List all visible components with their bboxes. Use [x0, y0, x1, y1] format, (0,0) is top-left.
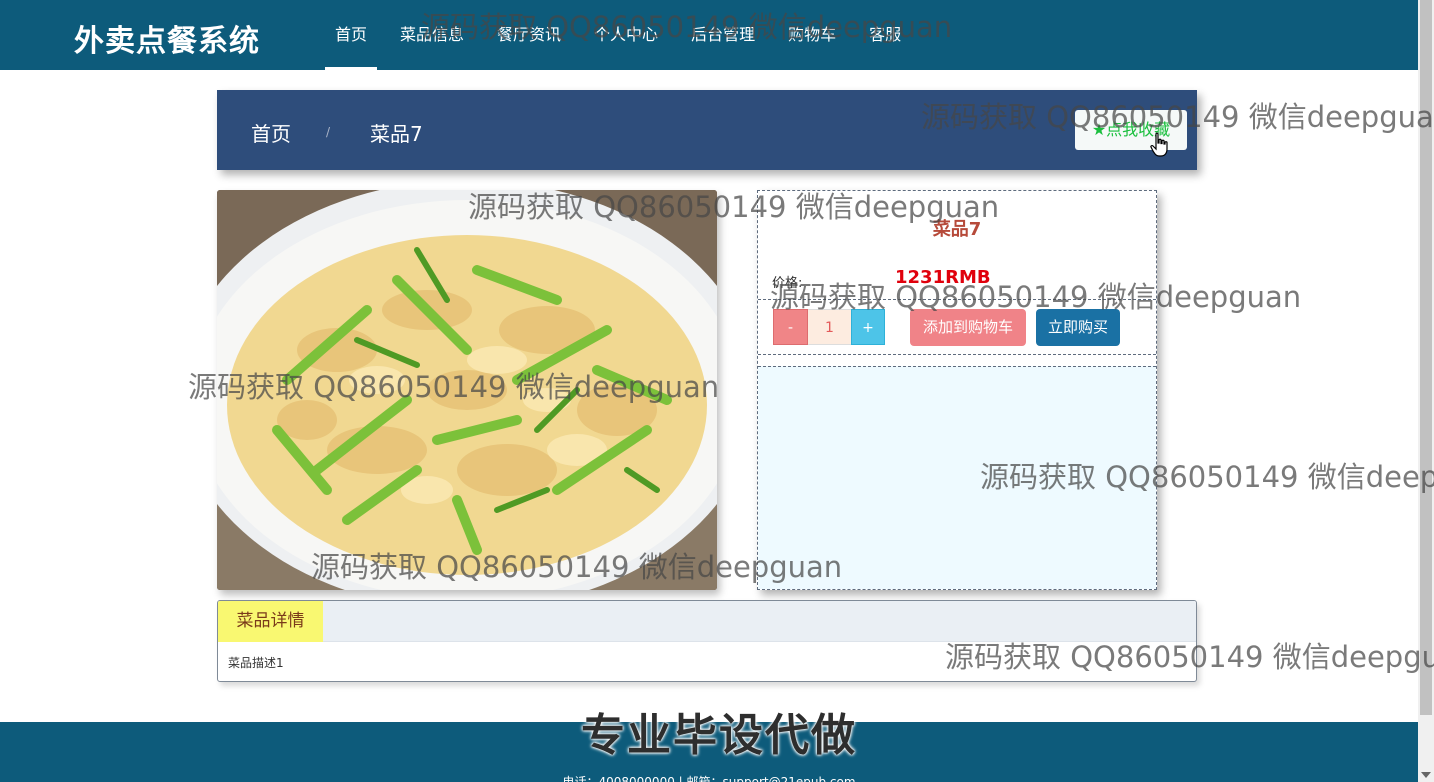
nav-item-support[interactable]: 客服 — [859, 0, 911, 70]
product-image — [217, 190, 717, 590]
divider — [758, 354, 1156, 355]
nav-item-dishes[interactable]: 菜品信息 — [390, 0, 474, 70]
nav-item-news[interactable]: 餐厅资讯 — [487, 0, 571, 70]
footer-contact: 电话：4008000000 | 邮箱：support@21epub.com — [562, 775, 856, 782]
nav-item-admin[interactable]: 后台管理 — [681, 0, 765, 70]
footer-slogan: 专业毕设代做 — [581, 710, 857, 761]
breadcrumb: 首页 / 菜品7 ★点我收藏 — [217, 90, 1197, 170]
quantity-stepper: - 1 + — [773, 309, 885, 345]
top-nav: 外卖点餐系统 首页 菜品信息 餐厅资讯 个人中心 后台管理 购物车 客服 — [0, 0, 1418, 70]
buy-now-button[interactable]: 立即购买 — [1036, 309, 1120, 346]
dish-illustration — [217, 190, 717, 590]
product-price: 1231RMB — [895, 267, 991, 288]
page-scrollbar[interactable] — [1418, 0, 1434, 782]
breadcrumb-current: 菜品7 — [370, 122, 423, 146]
breadcrumb-separator: / — [326, 125, 331, 139]
star-icon: ★ — [1091, 120, 1107, 139]
tab-product-details[interactable]: 菜品详情 — [218, 601, 323, 642]
product-details-section: 菜品详情 菜品描述1 — [217, 600, 1197, 682]
details-tab-bar: 菜品详情 — [218, 601, 1196, 642]
nav-item-profile[interactable]: 个人中心 — [584, 0, 668, 70]
nav-item-home[interactable]: 首页 — [325, 0, 378, 70]
site-brand[interactable]: 外卖点餐系统 — [74, 16, 260, 60]
quantity-input[interactable]: 1 — [808, 309, 851, 345]
product-info-panel: 菜品7 价格: 1231RMB - 1 + 添加到购物车 立即购买 — [757, 190, 1157, 590]
divider — [758, 299, 1156, 300]
favorite-button[interactable]: ★点我收藏 — [1075, 110, 1187, 150]
product-extra-area — [758, 366, 1156, 589]
scroll-down-arrow-icon[interactable] — [1421, 772, 1431, 778]
quantity-increase-button[interactable]: + — [851, 309, 885, 345]
quantity-decrease-button[interactable]: - — [773, 309, 808, 345]
scroll-thumb[interactable] — [1420, 0, 1432, 715]
price-label: 价格: — [772, 276, 803, 291]
product-title: 菜品7 — [932, 219, 982, 240]
add-to-cart-button[interactable]: 添加到购物车 — [910, 309, 1026, 346]
product-description: 菜品描述1 — [228, 656, 284, 670]
nav-item-cart[interactable]: 购物车 — [778, 0, 846, 70]
hand-cursor-icon — [1150, 132, 1168, 157]
nav-menu: 首页 菜品信息 餐厅资讯 个人中心 后台管理 购物车 客服 — [325, 0, 924, 70]
breadcrumb-home-link[interactable]: 首页 — [251, 118, 291, 147]
